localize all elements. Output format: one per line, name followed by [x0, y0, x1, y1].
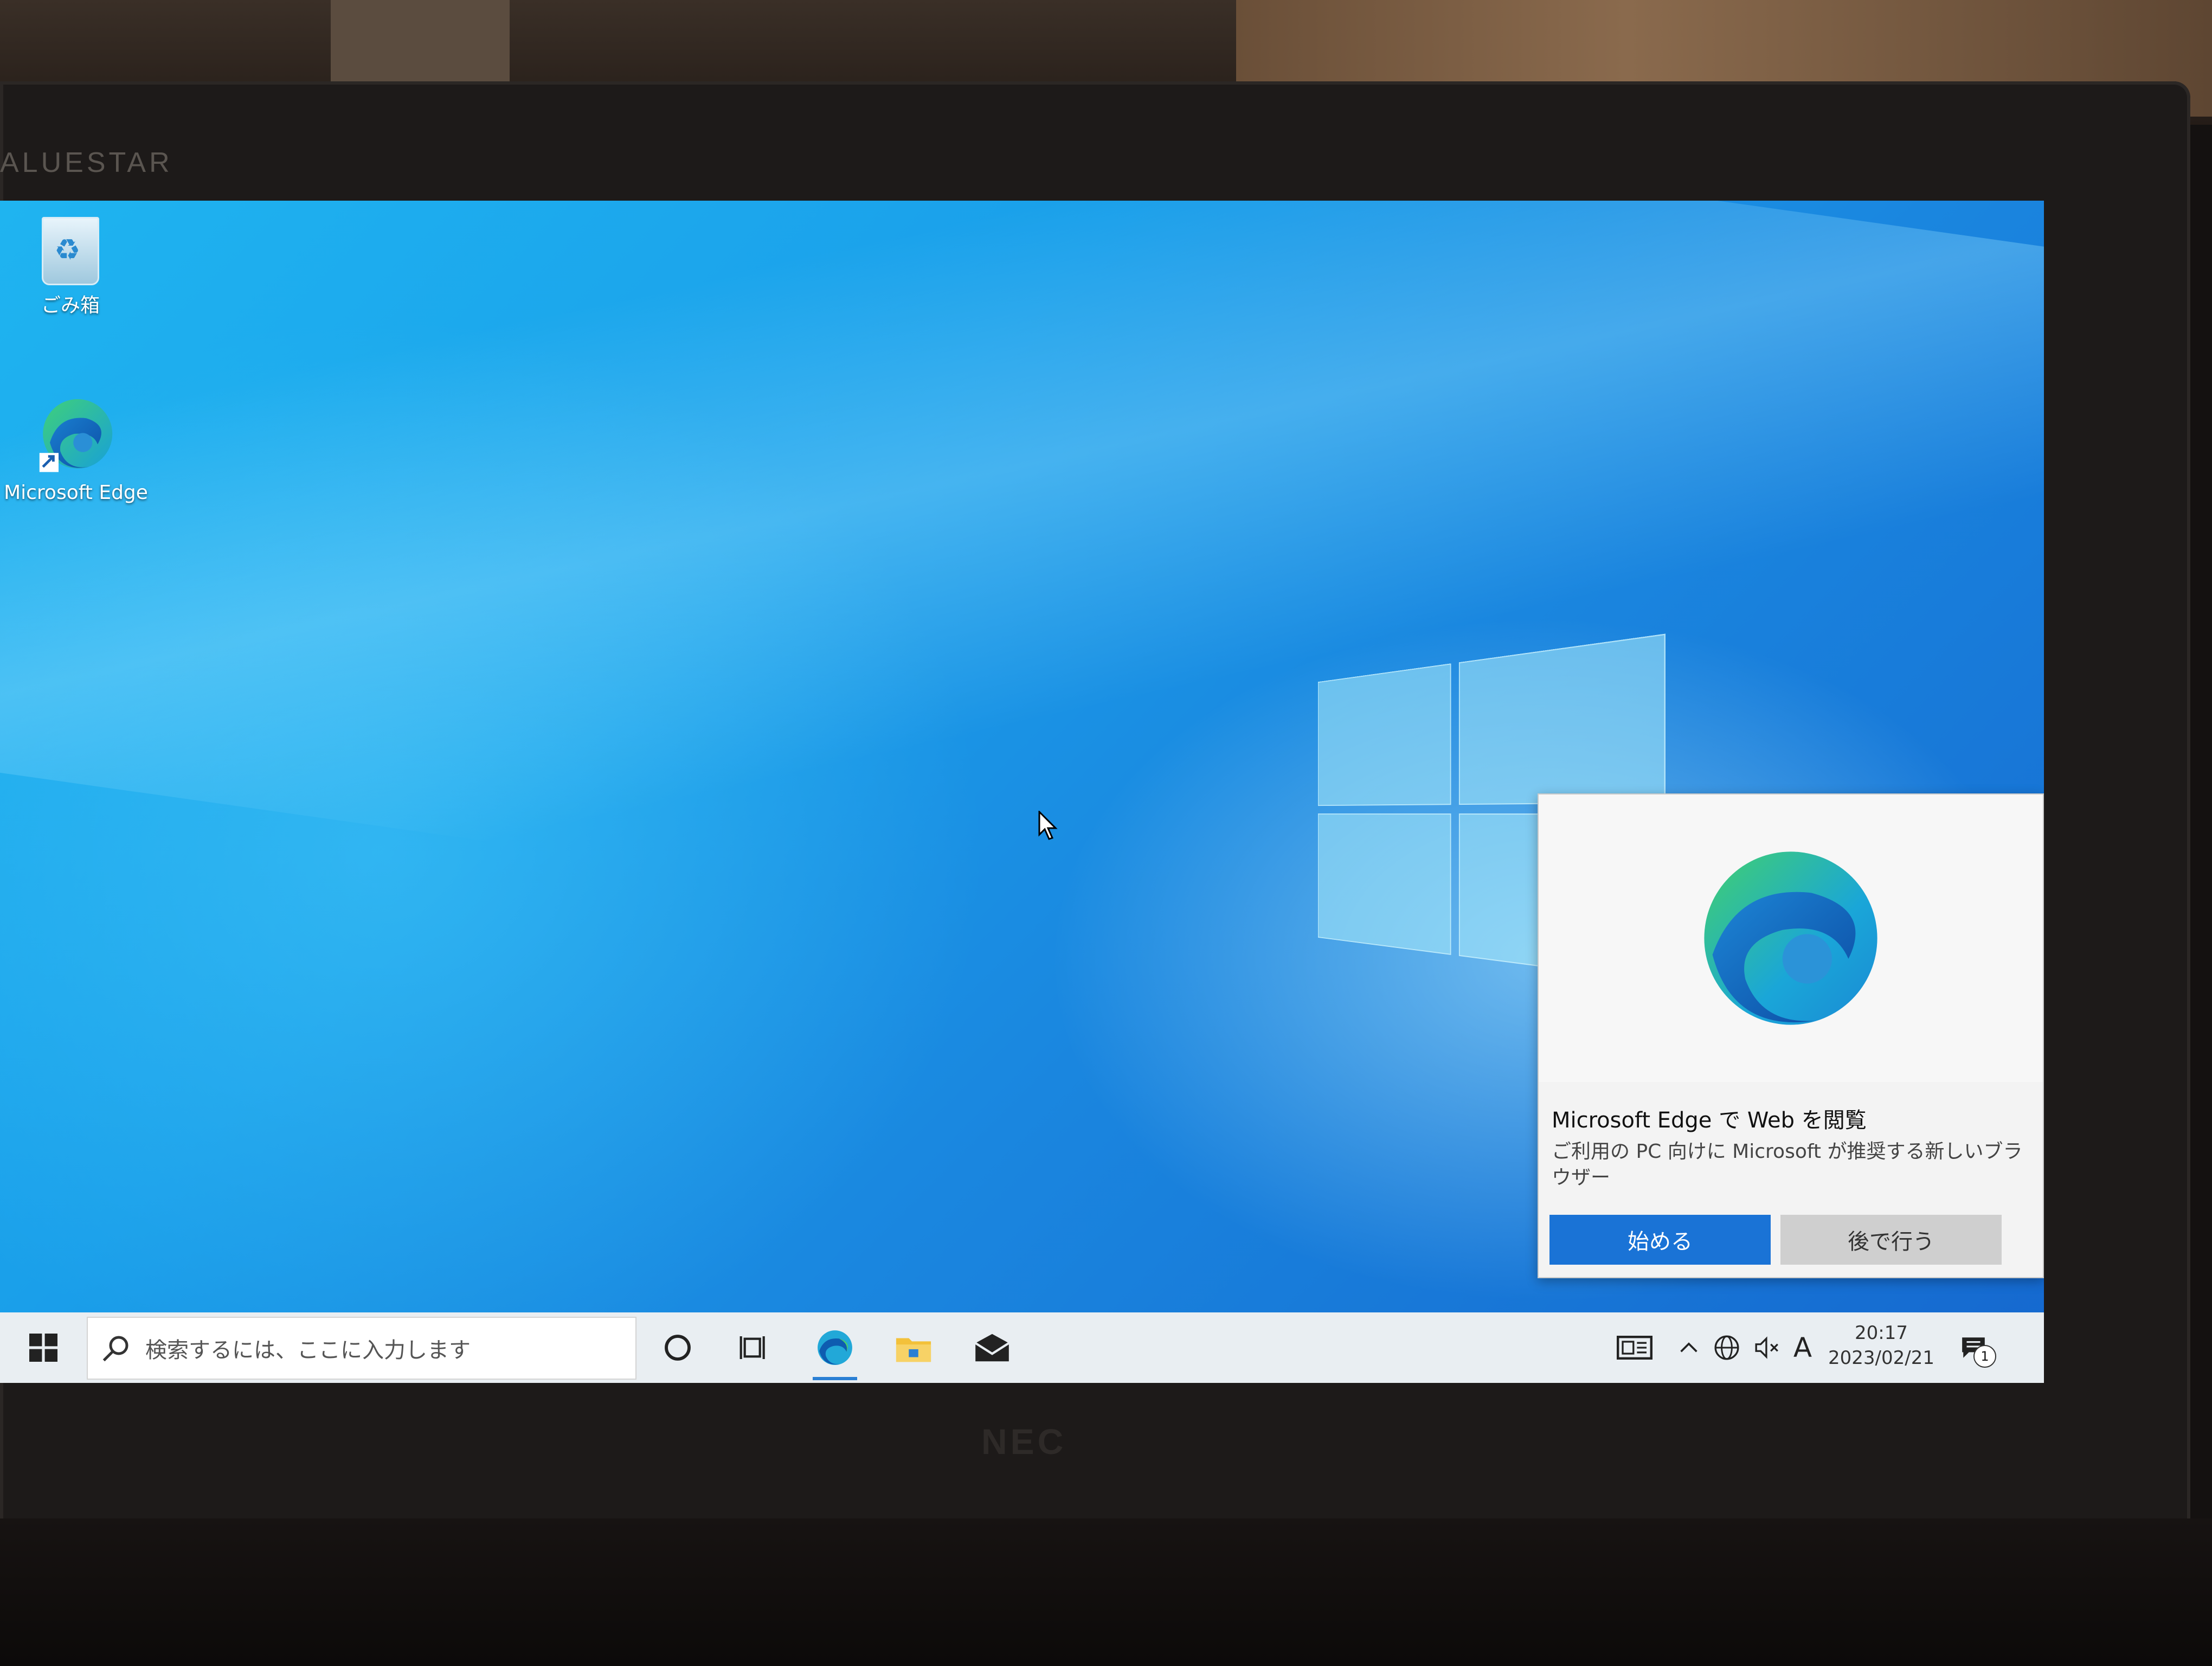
desktop-icon-label: Microsoft Edge [4, 482, 148, 504]
taskbar-edge-button[interactable] [805, 1321, 865, 1380]
logo-pane [1458, 633, 1666, 805]
logo-pane [1317, 813, 1451, 955]
monitor-maker-label: NEC [981, 1421, 1067, 1462]
edge-icon [818, 1330, 852, 1365]
search-icon [102, 1336, 128, 1362]
clock-time: 20:17 [1855, 1322, 1908, 1344]
monitor-base [0, 1518, 2212, 1666]
later-button[interactable]: 後で行う [1780, 1215, 2002, 1265]
desktop-screen: ごみ箱 Microsoft Edge [0, 201, 2044, 1383]
monitor-brand-label: ALUESTAR [0, 147, 173, 178]
task-view-button[interactable] [724, 1321, 783, 1375]
volume-muted-icon [1755, 1336, 1778, 1359]
mouse-cursor [1038, 811, 1058, 840]
globe-icon [1714, 1335, 1739, 1360]
cortana-button[interactable] [648, 1321, 708, 1375]
taskbar-clock[interactable]: 20:17 2023/02/21 [1811, 1322, 1952, 1369]
toast-hero-image [1539, 794, 2043, 1082]
file-explorer-icon [896, 1338, 931, 1362]
notification-count-badge: 1 [1973, 1345, 1996, 1368]
desktop-icon-label: ごみ箱 [41, 294, 100, 317]
start-button[interactable]: 始める [1549, 1215, 1771, 1265]
mail-icon [975, 1334, 1009, 1362]
edge-icon [39, 399, 113, 472]
network-button[interactable] [1708, 1329, 1746, 1367]
logo-pane [1317, 663, 1451, 806]
search-placeholder: 検索するには、ここに入力します [145, 1338, 471, 1363]
clock-date: 2023/02/21 [1828, 1347, 1934, 1369]
taskbar-mail-button[interactable] [962, 1321, 1022, 1375]
news-widget-button[interactable] [1610, 1329, 1659, 1367]
taskbar: 検索するには、ここに入力します A 20:17 2023/02/21 1 [0, 1312, 2044, 1383]
desktop-icon-edge[interactable]: Microsoft Edge [0, 390, 152, 504]
show-hidden-icons-button[interactable] [1673, 1329, 1705, 1367]
edge-icon [1704, 851, 1877, 1025]
recycle-bin-icon [42, 217, 99, 285]
start-button[interactable] [11, 1323, 76, 1372]
taskbar-search-box[interactable]: 検索するには、ここに入力します [87, 1317, 636, 1380]
toast-title: Microsoft Edge で Web を閲覧 [1552, 1108, 1867, 1133]
cortana-icon [665, 1335, 691, 1361]
desktop-icon-recycle-bin[interactable]: ごみ箱 [0, 217, 146, 318]
toast-body: ご利用の PC 向けに Microsoft が推奨する新しいブラウザー [1552, 1140, 2023, 1189]
news-icon [1617, 1336, 1652, 1360]
volume-button[interactable] [1748, 1329, 1786, 1367]
task-view-icon [740, 1336, 765, 1359]
windows-icon [29, 1334, 57, 1362]
background-box [331, 0, 510, 91]
edge-promo-toast: Microsoft Edge で Web を閲覧 ご利用の PC 向けに Mic… [1538, 793, 2044, 1278]
chevron-up-icon [1680, 1342, 1697, 1353]
taskbar-explorer-button[interactable] [884, 1321, 943, 1375]
